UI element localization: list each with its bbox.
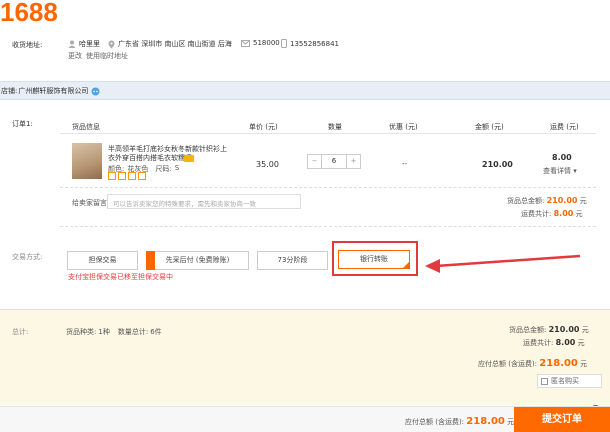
anonymous-label: 匿名购买 (551, 377, 579, 385)
arrow-line (435, 254, 581, 268)
anonymous-checkbox[interactable]: 匿名购买 (537, 374, 602, 388)
arrow-head (425, 259, 440, 273)
summary-counts: 货品种类: 1种 数量总计: 6件 (66, 328, 162, 336)
footer-payable: 应付总额 (含运费): 218.00 元 (405, 416, 515, 427)
footer-payable-value: 218.00 (466, 416, 505, 427)
submit-order-button[interactable]: 提交订单 (514, 407, 610, 432)
summary-goods-row: 货品总金额: 210.00 元 (509, 325, 589, 334)
summary-payable-value: 218.00 (539, 358, 578, 369)
summary-shipping-row: 运费共计: 8.00 元 (523, 338, 585, 347)
checkbox-icon[interactable] (541, 377, 548, 385)
summary-payable-row: 应付总额 (含运费): 218.00 元 (478, 358, 588, 369)
summary-label: 总计: (12, 328, 29, 336)
summary-panel (0, 309, 610, 405)
